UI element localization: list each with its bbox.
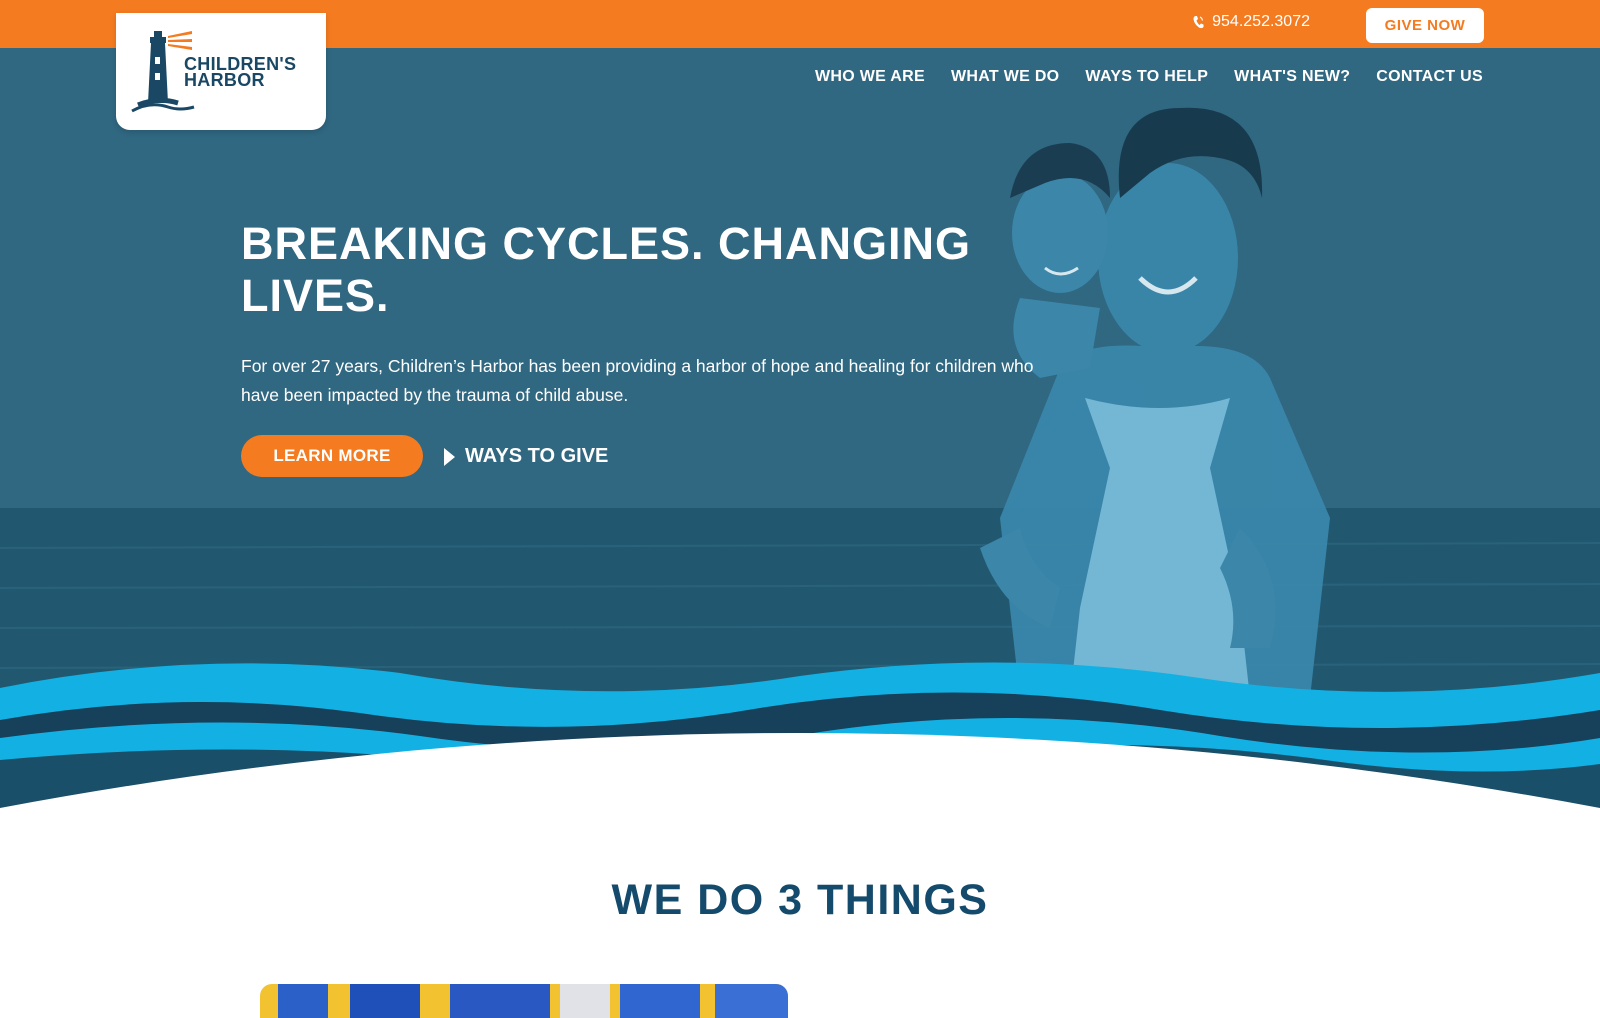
hero-photo bbox=[0, 48, 1600, 808]
hero-headline-line-1: BREAKING CYCLES. CHANGING bbox=[241, 218, 972, 269]
give-now-button[interactable]: GIVE NOW bbox=[1366, 8, 1484, 43]
program-card-image[interactable] bbox=[260, 984, 788, 1018]
phone-number[interactable]: 954.252.3072 bbox=[1212, 13, 1310, 31]
phone-icon bbox=[1193, 15, 1204, 28]
phone-link[interactable]: 954.252.3072 bbox=[1192, 13, 1310, 31]
learn-more-button[interactable]: LEARN MORE bbox=[241, 435, 423, 477]
play-arrow-icon bbox=[444, 447, 455, 466]
hero-subtext-line-2: have been impacted by the trauma of chil… bbox=[241, 385, 629, 405]
logo[interactable]: CHILDREN'S HARBOR bbox=[116, 13, 326, 130]
section-title: WE DO 3 THINGS bbox=[611, 876, 989, 924]
nav-item-contact-us[interactable]: CONTACT US bbox=[1376, 68, 1483, 86]
card-photo bbox=[260, 984, 788, 1018]
nav-item-what-we-do[interactable]: WHAT WE DO bbox=[951, 68, 1059, 86]
hero-subtext: For over 27 years, Children’s Harbor has… bbox=[241, 352, 1091, 410]
nav-item-ways-to-help[interactable]: WAYS TO HELP bbox=[1085, 68, 1208, 86]
main-nav: WHO WE ARE WHAT WE DO WAYS TO HELP WHAT'… bbox=[815, 68, 1483, 86]
hero-section bbox=[0, 48, 1600, 808]
hero-headline: BREAKING CYCLES. CHANGING LIVES. bbox=[241, 218, 1041, 322]
nav-item-who-we-are[interactable]: WHO WE ARE bbox=[815, 68, 925, 86]
logo-line-2: HARBOR bbox=[184, 70, 265, 90]
nav-item-whats-new[interactable]: WHAT'S NEW? bbox=[1234, 68, 1350, 86]
ways-to-give-link[interactable]: WAYS TO GIVE bbox=[444, 445, 608, 468]
hero-subtext-line-1: For over 27 years, Children’s Harbor has… bbox=[241, 356, 1034, 376]
ways-to-give-label[interactable]: WAYS TO GIVE bbox=[465, 445, 608, 468]
hero-headline-line-2: LIVES. bbox=[241, 270, 390, 321]
logo-text: CHILDREN'S HARBOR bbox=[184, 55, 296, 90]
